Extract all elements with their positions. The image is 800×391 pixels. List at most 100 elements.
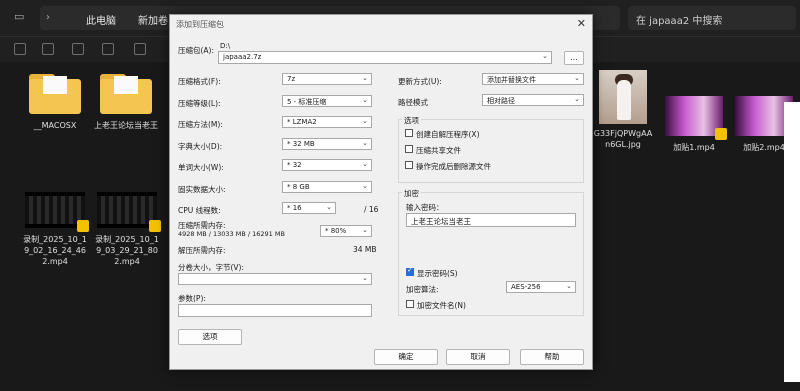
dict-value: * 32 MB	[287, 140, 315, 148]
enc-method-label: 加密算法:	[406, 285, 439, 294]
copy-icon[interactable]	[42, 43, 54, 55]
chevron-down-icon: ⌄	[566, 282, 572, 290]
shared-checkbox[interactable]	[405, 145, 413, 153]
path-value: 相对路径	[487, 97, 515, 105]
file-item[interactable]: 上老王论坛当老王	[92, 74, 160, 131]
dict-select[interactable]: * 32 MB ⌄	[282, 138, 372, 150]
sfx-label: 创建自解压程序(X)	[416, 130, 480, 139]
file-name: 上老王论坛当老王	[94, 121, 158, 130]
update-label: 更新方式(U):	[398, 77, 442, 86]
delete-source-label: 操作完成后删除源文件	[416, 162, 491, 171]
chevron-down-icon: ⌄	[326, 203, 332, 211]
file-name: __MACOSX	[33, 121, 77, 130]
cancel-button[interactable]: 取消	[446, 349, 510, 365]
file-item[interactable]: 录制_2025_10_19_03_29_21_802.mp4	[94, 192, 161, 267]
video-thumbnail	[97, 192, 161, 232]
solid-label: 固实数据大小:	[178, 185, 226, 194]
folder-icon	[100, 74, 152, 114]
chevron-down-icon: ⌄	[362, 96, 368, 104]
file-item[interactable]: 录制_2025_10_19_02_16_24_462.mp4	[22, 192, 89, 267]
archive-path-input[interactable]: japaaa2.7z ⌄	[218, 51, 552, 64]
chevron-down-icon: ⌄	[362, 226, 368, 234]
enc-method-value: AES-256	[511, 283, 541, 291]
path-label: 路径模式	[398, 98, 428, 107]
folder-icon	[29, 74, 81, 114]
mem-comp-detail: 4928 MB / 13033 MB / 16291 MB	[178, 230, 285, 238]
split-select[interactable]: ⌄	[178, 273, 372, 285]
chevron-down-icon: ⌄	[362, 160, 368, 168]
solid-select[interactable]: * 8 GB ⌄	[282, 181, 372, 193]
archive-path-value: japaaa2.7z	[223, 53, 262, 61]
chevron-down-icon: ⌄	[362, 74, 368, 82]
enc-method-select[interactable]: AES-256 ⌄	[506, 281, 576, 293]
browse-button[interactable]: ...	[564, 51, 584, 65]
params-input[interactable]	[178, 304, 372, 317]
method-value: * LZMA2	[287, 118, 317, 126]
options-button[interactable]: 选项	[178, 329, 242, 345]
search-input[interactable]: 在 japaaa2 中搜索	[628, 6, 796, 30]
file-name: 录制_2025_10_19_02_16_24_462.mp4	[23, 235, 87, 266]
delete-source-checkbox[interactable]	[405, 161, 413, 169]
threads-total: / 16	[364, 205, 379, 214]
chevron-down-icon: ⌄	[574, 74, 580, 82]
add-to-archive-dialog: 添加到压缩包 ✕ 压缩包(A): D:\ japaaa2.7z ⌄ ... 压缩格…	[169, 14, 593, 370]
mem-decomp-value: 34 MB	[353, 245, 377, 254]
format-value: 7z	[287, 75, 296, 83]
mem-percent-select[interactable]: * 80% ⌄	[320, 225, 372, 237]
password-input[interactable]: 上老王论坛当老王	[406, 213, 576, 227]
level-label: 压缩等级(L):	[178, 99, 221, 108]
level-value: 5 - 标准压缩	[287, 98, 327, 106]
mem-percent-value: * 80%	[325, 227, 347, 235]
chevron-right-icon: ›	[46, 12, 50, 23]
rename-icon[interactable]	[102, 43, 114, 55]
threads-label: CPU 线程数:	[178, 206, 221, 215]
chevron-down-icon: ⌄	[362, 274, 368, 282]
file-item[interactable]: __MACOSX	[22, 74, 88, 131]
mem-decomp-label: 解压所需内存:	[178, 246, 226, 255]
file-item[interactable]: 加贴1.mp4	[662, 96, 727, 153]
dict-label: 字典大小(D):	[178, 142, 223, 151]
chevron-down-icon: ⌄	[362, 117, 368, 125]
file-name: G33FjQPWgAAn6GL.jpg	[593, 129, 653, 149]
sfx-checkbox[interactable]	[405, 129, 413, 137]
show-password-label: 显示密码(S)	[417, 269, 458, 278]
image-thumbnail	[784, 102, 800, 382]
chevron-down-icon: ⌄	[362, 139, 368, 147]
image-thumbnail	[599, 70, 647, 124]
format-label: 压缩格式(F):	[178, 77, 221, 86]
password-label: 输入密码：	[406, 203, 444, 212]
file-name: 录制_2025_10_19_03_29_21_802.mp4	[95, 235, 159, 266]
ok-button[interactable]: 确定	[374, 349, 438, 365]
show-password-checkbox[interactable]	[406, 266, 414, 276]
dialog-title: 添加到压缩包	[176, 20, 224, 29]
threads-value: * 16	[287, 204, 302, 212]
pc-icon[interactable]: ▭	[14, 10, 24, 23]
breadcrumb-this-pc[interactable]: 此电脑	[86, 12, 116, 27]
format-select[interactable]: 7z ⌄	[282, 73, 372, 85]
options-group-title: 选项	[402, 115, 421, 126]
level-select[interactable]: 5 - 标准压缩 ⌄	[282, 95, 372, 107]
chevron-down-icon: ⌄	[542, 52, 548, 60]
help-button[interactable]: 帮助	[520, 349, 584, 365]
cut-icon[interactable]	[14, 43, 26, 55]
file-name: 加贴1.mp4	[673, 143, 715, 152]
chevron-down-icon: ⌄	[574, 95, 580, 103]
delete-icon[interactable]	[134, 43, 146, 55]
params-label: 参数(P):	[178, 294, 206, 303]
threads-select[interactable]: * 16 ⌄	[282, 202, 336, 214]
update-select[interactable]: 添加并替换文件 ⌄	[482, 73, 584, 85]
shared-label: 压缩共享文件	[416, 146, 461, 155]
close-icon[interactable]: ✕	[577, 17, 586, 30]
split-label: 分卷大小，字节(V):	[178, 263, 245, 272]
encryption-group-title: 加密	[402, 188, 421, 199]
update-value: 添加并替换文件	[487, 76, 536, 84]
encrypt-names-checkbox[interactable]	[406, 300, 414, 308]
solid-value: * 8 GB	[287, 183, 310, 191]
paste-icon[interactable]	[72, 43, 84, 55]
file-item[interactable]: G33FjQPWgAAn6GL.jpg	[592, 70, 654, 150]
method-select[interactable]: * LZMA2 ⌄	[282, 116, 372, 128]
path-select[interactable]: 相对路径 ⌄	[482, 94, 584, 106]
word-select[interactable]: * 32 ⌄	[282, 159, 372, 171]
method-label: 压缩方法(M):	[178, 120, 223, 129]
video-thumbnail	[25, 192, 89, 232]
